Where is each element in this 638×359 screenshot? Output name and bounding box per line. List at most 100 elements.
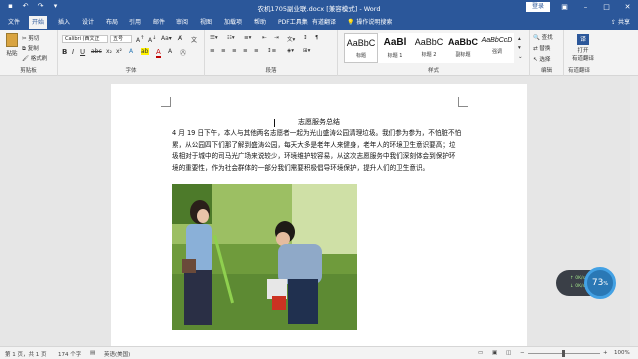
read-mode-icon[interactable]: ▭: [478, 350, 483, 356]
style-heading-2[interactable]: AaBbC 标题 2: [412, 33, 446, 63]
corner-mark: [161, 97, 171, 107]
tab-view[interactable]: 视图: [197, 16, 215, 29]
zoom-slider-thumb[interactable]: [562, 350, 565, 357]
grow-font-button[interactable]: A↑: [136, 35, 144, 44]
multilevel-list-icon[interactable]: ≡▾: [244, 35, 251, 41]
numbering-icon[interactable]: ☷▾: [227, 35, 235, 41]
align-right-icon[interactable]: ≡: [232, 48, 237, 54]
scissors-icon: ✂: [22, 36, 27, 42]
tab-insert[interactable]: 插入: [55, 16, 73, 29]
cut-button[interactable]: ✂ 剪切: [22, 34, 39, 42]
tab-file[interactable]: 文件: [5, 16, 23, 29]
editing-label: 编辑: [540, 68, 552, 74]
enclose-characters-icon[interactable]: ㊇: [180, 48, 186, 57]
page-count[interactable]: 第 1 页，共 1 页: [5, 350, 47, 358]
styles-more-icon[interactable]: ⌄: [518, 54, 523, 60]
shading-icon[interactable]: ◈▾: [287, 48, 294, 54]
web-layout-icon[interactable]: ◫: [506, 350, 511, 356]
chinese-layout-icon[interactable]: 文▾: [287, 35, 295, 43]
sort-icon[interactable]: ↕: [303, 35, 308, 41]
strikethrough-button[interactable]: abc: [91, 48, 102, 55]
style-heading-1[interactable]: AaBl 标题 1: [378, 33, 412, 63]
language[interactable]: 英语(美国): [104, 350, 130, 358]
maximize-icon[interactable]: □: [596, 0, 617, 14]
bullets-icon[interactable]: ☰▾: [210, 35, 218, 41]
style-emphasis[interactable]: AaBbCcD 强调: [480, 33, 514, 63]
editing-group: 🔍 查找 ⇄ 替换 ↖ 选择 编辑: [530, 30, 564, 76]
paste-button[interactable]: 粘贴: [5, 33, 19, 57]
line-spacing-icon[interactable]: ↕≡: [267, 48, 276, 54]
close-icon[interactable]: ✕: [617, 0, 638, 14]
proofing-icon[interactable]: ▤: [90, 350, 95, 356]
ribbon-tabs: 文件 开始 插入 设计 布局 引用 邮件 审阅 视图 加载项 帮助 PDF工具集…: [0, 14, 638, 30]
memory-usage-circle: 73%: [584, 267, 616, 299]
select-button[interactable]: ↖ 选择: [533, 55, 550, 63]
upload-speed: ↑ 0K/s: [570, 276, 585, 281]
tab-design[interactable]: 设计: [79, 16, 97, 29]
font-name-select[interactable]: Calibri (西文正: [62, 35, 108, 43]
zoom-in-icon[interactable]: +: [603, 350, 608, 356]
print-layout-icon[interactable]: ▣: [492, 350, 497, 356]
tab-youdao-translate[interactable]: 有道翻译: [309, 16, 339, 29]
zoom-level[interactable]: 100%: [614, 350, 630, 356]
zoom-out-icon[interactable]: −: [520, 350, 525, 356]
status-bar: 第 1 页，共 1 页 174 个字 ▤ 英语(美国) ▭ ▣ ◫ − + 10…: [0, 346, 638, 359]
font-color-icon[interactable]: A: [156, 48, 161, 58]
share-button[interactable]: ⇪ 共享: [611, 17, 630, 26]
character-shading-icon[interactable]: A: [168, 48, 172, 55]
distributed-icon[interactable]: ≡: [254, 48, 259, 54]
tab-review[interactable]: 审阅: [173, 16, 191, 29]
tab-references[interactable]: 引用: [126, 16, 144, 29]
show-marks-icon[interactable]: ¶: [315, 35, 319, 41]
highlight-icon[interactable]: ab: [141, 48, 149, 55]
clipboard-group: 粘贴 ✂ 剪切 ⧉ 复制 🖌 格式刷 剪贴板: [0, 30, 58, 76]
tab-layout[interactable]: 布局: [103, 16, 121, 29]
network-speed-widget[interactable]: ↑ 0K/s ↓ 0K/s 73%: [556, 266, 616, 300]
shrink-font-button[interactable]: A↓: [148, 35, 156, 44]
superscript-button[interactable]: x²: [116, 48, 122, 55]
subscript-button[interactable]: x₂: [106, 48, 112, 55]
tab-pdf-tools[interactable]: PDF工具集: [275, 16, 311, 29]
style-subtitle[interactable]: AaBbC 副标题: [446, 33, 480, 63]
change-case-button[interactable]: Aa▾: [161, 35, 172, 42]
tell-me-search[interactable]: 💡 操作说明搜索: [344, 16, 395, 29]
styles-scroll-down-icon[interactable]: ▾: [518, 45, 521, 51]
borders-icon[interactable]: ⊞▾: [303, 48, 310, 54]
align-center-icon[interactable]: ≡: [221, 48, 226, 54]
open-translate-button[interactable]: 译 打开 有道翻译: [568, 34, 598, 62]
font-group: Calibri (西文正 五号 A↑ A↓ Aa▾ A̸ 文 B I U abc…: [58, 30, 205, 76]
replace-icon: ⇄: [533, 46, 538, 52]
font-size-select[interactable]: 五号: [110, 35, 132, 43]
minimize-icon[interactable]: –: [575, 0, 596, 14]
tab-help[interactable]: 帮助: [251, 16, 269, 29]
italic-button[interactable]: I: [72, 48, 74, 56]
phonetic-guide-icon[interactable]: 文: [191, 35, 197, 44]
brush-icon: 🖌: [22, 56, 29, 62]
format-painter-button[interactable]: 🖌 格式刷: [22, 54, 47, 62]
ribbon-display-icon[interactable]: ▣: [554, 0, 575, 14]
tab-home[interactable]: 开始: [29, 16, 48, 29]
translate-icon: 译: [577, 34, 589, 45]
bold-button[interactable]: B: [62, 48, 67, 56]
justify-icon[interactable]: ≡: [243, 48, 248, 54]
replace-button[interactable]: ⇄ 替换: [533, 44, 550, 52]
clear-format-icon[interactable]: A̸: [178, 35, 182, 42]
vertical-scrollbar[interactable]: [630, 76, 638, 346]
document-paragraph: 4 月 19 日下午，本人与其他两名志愿者一起为光山盛涛公园清理垃圾。我们参为参…: [172, 129, 462, 172]
document-page[interactable]: 志愿服务总结 4 月 19 日下午，本人与其他两名志愿者一起为光山盛涛公园清理垃…: [111, 84, 527, 354]
tab-addins[interactable]: 加载项: [221, 16, 245, 29]
text-effects-icon[interactable]: A: [129, 48, 133, 55]
underline-button[interactable]: U: [80, 48, 85, 56]
increase-indent-icon[interactable]: ⇥: [274, 35, 279, 41]
title-bar: ▪ ↶ ↷ ▾ 农机1705副业联.docx [兼容模式] - Word 登录 …: [0, 0, 638, 14]
copy-button[interactable]: ⧉ 复制: [22, 44, 39, 53]
tab-mailings[interactable]: 邮件: [150, 16, 168, 29]
login-button[interactable]: 登录: [526, 2, 550, 12]
word-count[interactable]: 174 个字: [58, 350, 81, 358]
align-left-icon[interactable]: ≡: [210, 48, 215, 54]
volunteer-photo-image: [172, 184, 357, 330]
find-button[interactable]: 🔍 查找: [533, 33, 553, 41]
styles-scroll-up-icon[interactable]: ▴: [518, 36, 521, 42]
style-title[interactable]: AaBbC 标题: [344, 33, 378, 63]
decrease-indent-icon[interactable]: ⇤: [262, 35, 267, 41]
